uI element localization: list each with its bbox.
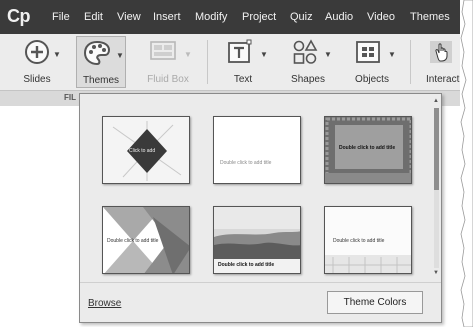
- ribbon-divider: [207, 40, 208, 84]
- text-box-icon: [227, 39, 253, 70]
- objects-button[interactable]: ▼ Objects: [344, 36, 400, 88]
- menu-quiz[interactable]: Quiz: [290, 11, 313, 23]
- shapes-button[interactable]: ▼ Shapes: [282, 36, 334, 88]
- chevron-down-icon: ▼: [388, 50, 396, 59]
- menu-edit[interactable]: Edit: [84, 11, 103, 23]
- themes-button[interactable]: ▼ Themes: [76, 36, 126, 88]
- scroll-down-icon[interactable]: ▼: [433, 270, 439, 276]
- interactions-label: Interacti: [426, 74, 462, 85]
- menu-project[interactable]: Project: [242, 11, 276, 23]
- chevron-down-icon: ▼: [324, 50, 332, 59]
- theme-thumbnail[interactable]: Click to add: [102, 116, 190, 184]
- torn-edge: [460, 0, 473, 327]
- browse-link[interactable]: Browse: [88, 298, 121, 309]
- plus-circle-icon: [24, 39, 50, 70]
- objects-grid-icon: [355, 39, 381, 70]
- objects-label: Objects: [355, 74, 389, 85]
- chevron-down-icon: ▼: [260, 50, 268, 59]
- palette-icon: [83, 40, 111, 71]
- theme-thumbnail-caption: Double click to add title: [220, 160, 272, 166]
- themes-panel-footer: Browse Theme Colors: [80, 282, 441, 322]
- slides-label: Slides: [23, 74, 51, 85]
- themes-label: Themes: [82, 75, 120, 86]
- theme-thumbnail[interactable]: Double click to add title: [324, 206, 412, 274]
- theme-gallery: Click to add Double click to add title D…: [80, 94, 429, 278]
- app-logo: Cp: [7, 6, 31, 26]
- menu-insert[interactable]: Insert: [153, 11, 181, 23]
- chevron-down-icon: ▼: [53, 50, 61, 59]
- interactions-button[interactable]: Interacti: [418, 36, 464, 88]
- ribbon-divider: [410, 40, 411, 84]
- menu-themes[interactable]: Themes: [410, 11, 450, 23]
- scroll-up-icon[interactable]: ▲: [433, 98, 439, 104]
- hand-pointer-icon: [429, 39, 453, 70]
- ribbon-group-caption: FIL: [64, 93, 76, 102]
- gallery-scrollbar[interactable]: ▲ ▼: [432, 98, 441, 278]
- chevron-down-icon: ▼: [184, 50, 192, 59]
- theme-thumbnail-caption: Double click to add title: [333, 238, 385, 244]
- fluid-box-label: Fluid Box: [147, 74, 189, 85]
- theme-thumbnail-caption: Double click to add title: [339, 145, 396, 151]
- theme-thumbnail[interactable]: Double click to add title: [102, 206, 190, 274]
- chevron-down-icon: ▼: [116, 51, 124, 60]
- menu-view[interactable]: View: [117, 11, 141, 23]
- shapes-label: Shapes: [291, 74, 325, 85]
- menu-modify[interactable]: Modify: [195, 11, 227, 23]
- theme-thumbnail-caption: Double click to add title: [107, 238, 159, 244]
- text-label: Text: [233, 74, 253, 85]
- theme-thumbnail-caption: Double click to add title: [218, 262, 275, 268]
- menu-bar: Cp File Edit View Insert Modify Project …: [0, 0, 462, 34]
- text-button[interactable]: ▼ Text: [218, 36, 268, 88]
- menu-video[interactable]: Video: [367, 11, 395, 23]
- fluid-box-icon: [149, 39, 179, 68]
- menu-file[interactable]: File: [52, 11, 70, 23]
- themes-panel: Click to add Double click to add title D…: [79, 93, 442, 323]
- theme-thumbnail[interactable]: Double click to add title: [213, 206, 301, 274]
- theme-thumbnail[interactable]: Double click to add title: [213, 116, 301, 184]
- slides-button[interactable]: ▼ Slides: [14, 36, 61, 88]
- theme-thumbnail[interactable]: Double click to add title: [324, 116, 412, 184]
- fluid-box-button[interactable]: ▼ Fluid Box: [140, 36, 196, 88]
- menu-audio[interactable]: Audio: [325, 11, 353, 23]
- scrollbar-thumb[interactable]: [434, 108, 439, 190]
- theme-colors-button[interactable]: Theme Colors: [327, 291, 423, 314]
- theme-thumbnail-caption: Click to add: [129, 148, 156, 154]
- shapes-icon: [292, 39, 318, 70]
